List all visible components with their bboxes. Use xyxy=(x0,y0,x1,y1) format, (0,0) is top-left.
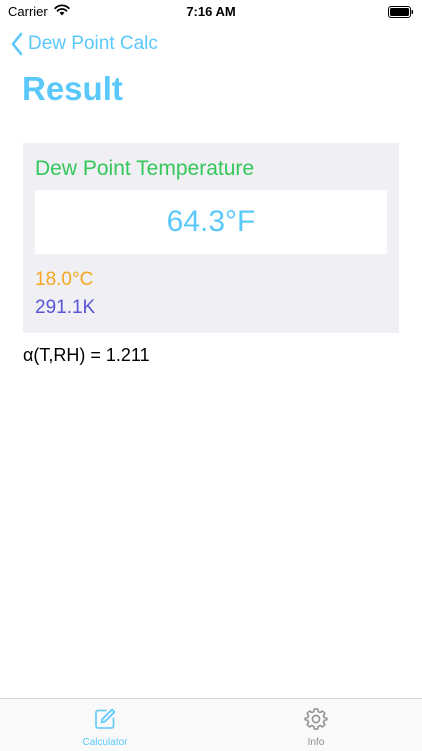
back-button[interactable]: Dew Point Calc xyxy=(10,30,158,58)
tab-calculator-label: Calculator xyxy=(82,737,128,748)
edit-icon xyxy=(95,708,116,729)
result-heading: Dew Point Temperature xyxy=(35,157,255,180)
fahrenheit-value: 64.3°F xyxy=(166,205,256,238)
back-button-label: Dew Point Calc xyxy=(28,33,158,54)
page-title: Result xyxy=(22,70,123,107)
tab-info[interactable]: Info xyxy=(256,699,376,751)
gear-icon xyxy=(304,708,328,730)
tab-calculator[interactable]: Calculator xyxy=(45,699,165,751)
status-bar: Carrier 7:16 AM xyxy=(0,0,422,22)
battery-icon xyxy=(388,5,414,23)
celsius-value: 18.0°C xyxy=(35,269,94,290)
tab-bar: Calculator Info xyxy=(0,698,422,751)
kelvin-value: 291.1K xyxy=(35,297,96,318)
status-time: 7:16 AM xyxy=(186,4,236,19)
alpha-value: α(T,RH) = 1.211 xyxy=(23,345,150,365)
fahrenheit-value-box: 64.3°F xyxy=(35,190,387,254)
chevron-left-icon xyxy=(11,32,23,56)
result-card: Dew Point Temperature 64.3°F 18.0°C 291.… xyxy=(23,143,399,333)
tab-info-label: Info xyxy=(307,737,325,748)
